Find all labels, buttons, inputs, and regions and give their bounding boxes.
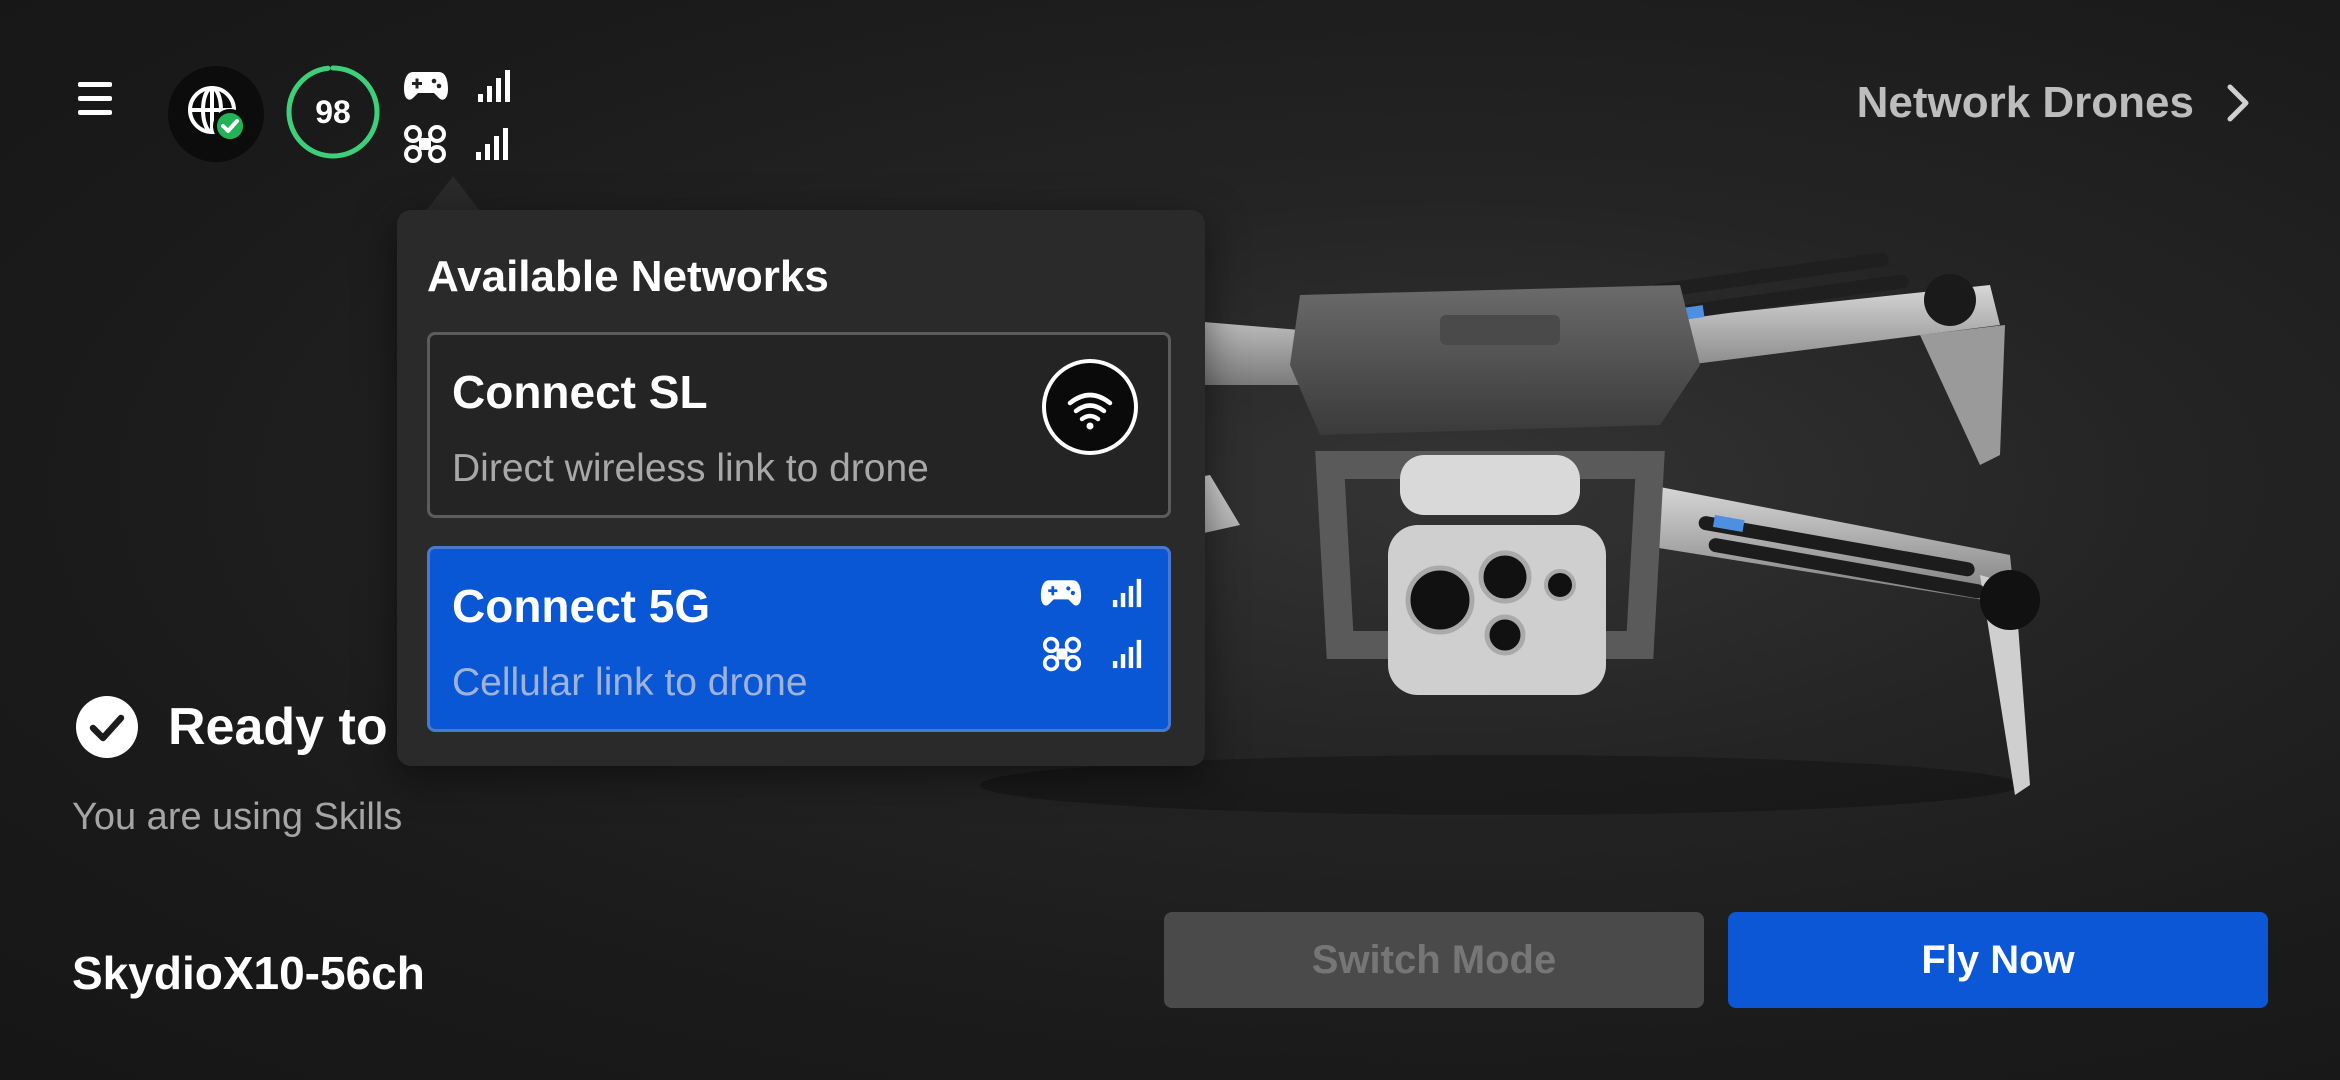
controller-signal [1040,577,1142,609]
network-status-button[interactable] [168,66,264,162]
menu-icon [78,82,112,87]
cellular-signal-icon [1112,639,1142,669]
fly-now-button[interactable]: Fly Now [1728,912,2268,1008]
ready-status-title: Ready to [168,698,388,756]
signal-bars-icon [478,70,510,102]
network-description: Cellular link to drone [452,661,808,704]
battery-indicator[interactable]: 98 [285,64,381,160]
wifi-icon [1042,359,1138,455]
battery-percent: 98 [315,94,351,130]
gamepad-icon [1040,580,1082,606]
menu-button[interactable] [62,70,118,126]
popover-pointer [425,176,481,212]
popover-title: Available Networks [427,252,829,301]
signal-bars-icon [476,128,508,160]
network-description: Direct wireless link to drone [452,447,929,490]
gamepad-icon [404,72,448,100]
controller-signal [403,66,511,106]
available-networks-popover: Available Networks Connect SL Direct wir… [397,210,1205,766]
network-drones-link[interactable]: Network Drones [1857,78,2250,128]
network-drones-label: Network Drones [1856,78,2194,127]
drone-signal [1042,635,1142,673]
drone-signal [403,124,509,164]
ready-status-subtitle: You are using Skills [72,796,403,838]
cellular-signal-icon [1112,578,1142,608]
chevron-right-icon [2227,84,2249,122]
switch-mode-button[interactable]: Switch Mode [1164,912,1704,1008]
network-option-connect-sl[interactable]: Connect SL Direct wireless link to drone [427,332,1171,518]
globe-check-icon [188,86,247,143]
check-circle-icon [76,696,138,758]
drone-name: SkydioX10-56ch [72,947,425,999]
drone-icon [1042,636,1082,672]
drone-icon [404,125,446,163]
network-option-connect-5g[interactable]: Connect 5G Cellular link to drone [427,546,1171,732]
network-name: Connect SL [452,366,708,418]
network-name: Connect 5G [452,580,711,632]
